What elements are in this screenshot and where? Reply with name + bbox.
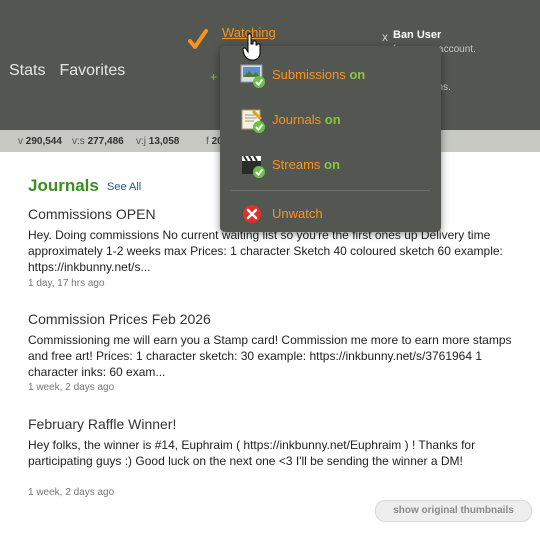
dropdown-divider — [231, 190, 430, 191]
stat-views: v 290,544 — [18, 136, 62, 147]
dropdown-item-label: Submissions on — [272, 67, 366, 82]
journal-excerpt: Hey. Doing commissions No current waitin… — [28, 228, 503, 274]
nav-favorites[interactable]: Favorites — [59, 62, 125, 79]
journal-title[interactable]: February Raffle Winner! — [28, 416, 176, 432]
checkmark-icon — [188, 29, 208, 49]
journal-timestamp: 1 day, 17 hrs ago — [28, 278, 105, 289]
dropdown-item-streams[interactable]: Streams on — [220, 148, 441, 180]
dropdown-item-label: Unwatch — [272, 206, 323, 221]
journals-heading: Journals — [28, 176, 99, 195]
stat-journal-views: v:j 13,058 — [136, 136, 180, 147]
hand-cursor-icon — [242, 33, 261, 61]
ban-user-link[interactable]: Ban User — [393, 29, 441, 41]
close-icon[interactable]: x — [382, 30, 388, 44]
journal-excerpt: Commissioning me will earn you a Stamp c… — [28, 333, 512, 379]
plus-icon: + — [210, 70, 218, 84]
nav-stats[interactable]: Stats — [9, 62, 45, 79]
dropdown-item-journals[interactable]: Journals on — [220, 103, 441, 135]
clapperboard-icon — [242, 155, 265, 178]
journal-timestamp: 1 week, 2 days ago — [28, 487, 115, 498]
dropdown-item-unwatch[interactable]: Unwatch — [220, 197, 441, 229]
journal-timestamp: 1 week, 2 days ago — [28, 382, 115, 393]
stat-submission-views: v:s 277,486 — [72, 136, 124, 147]
show-original-thumbnails-button[interactable]: show original thumbnails — [375, 500, 532, 522]
journal-title[interactable]: Commissions OPEN — [28, 206, 156, 222]
submissions-icon — [240, 64, 265, 88]
dropdown-item-submissions[interactable]: Submissions on — [220, 58, 441, 90]
dropdown-item-label: Streams on — [272, 157, 340, 172]
dropdown-item-label: Journals on — [272, 112, 341, 127]
main-nav: Stats Favorites — [9, 62, 139, 80]
unwatch-icon — [243, 205, 261, 223]
see-all-link[interactable]: See All — [107, 181, 141, 193]
journal-title[interactable]: Commission Prices Feb 2026 — [28, 311, 211, 327]
journal-excerpt: Hey folks, the winner is #14, Euphraim (… — [28, 438, 476, 468]
journals-icon — [241, 109, 265, 133]
watch-options-dropdown: Submissions on Journals on Streams on Un… — [220, 46, 441, 232]
